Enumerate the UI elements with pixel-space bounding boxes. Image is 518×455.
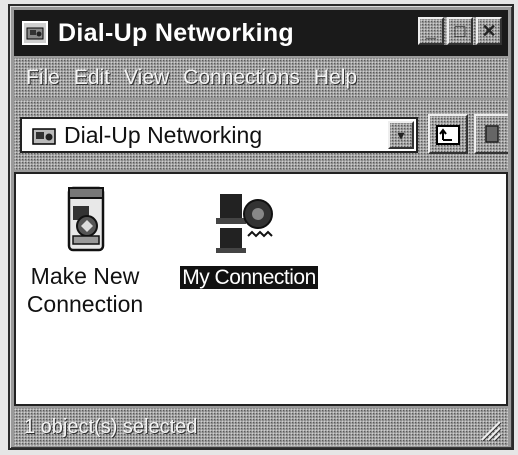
make-new-connection-label-line2: Connection bbox=[26, 291, 144, 317]
menu-help[interactable]: Help bbox=[314, 66, 357, 90]
map-drive-icon bbox=[485, 125, 499, 143]
menu-view[interactable]: View bbox=[124, 66, 169, 90]
address-dropdown-button[interactable]: ▾ bbox=[388, 121, 414, 149]
toolbar: Dial-Up Networking ▾ bbox=[14, 100, 508, 170]
up-folder-icon bbox=[436, 125, 460, 145]
modem-connection-icon bbox=[216, 194, 273, 253]
make-new-connection-icon bbox=[67, 186, 105, 252]
my-connection-item[interactable]: My Connection bbox=[174, 188, 324, 292]
menu-edit[interactable]: Edit bbox=[74, 66, 110, 90]
address-combobox[interactable]: Dial-Up Networking ▾ bbox=[20, 117, 418, 153]
close-button[interactable]: ✕ bbox=[476, 17, 502, 45]
chevron-down-icon: ▾ bbox=[397, 126, 405, 143]
maximize-button[interactable]: □ bbox=[447, 17, 473, 45]
resize-grip-icon[interactable] bbox=[476, 416, 502, 442]
title-bar[interactable]: Dial-Up Networking _ □ ✕ bbox=[14, 10, 508, 56]
folder-content: Make New Connection My Connection bbox=[14, 172, 508, 406]
map-drive-button[interactable] bbox=[474, 114, 508, 154]
dial-up-folder-icon bbox=[32, 128, 56, 145]
maximize-icon: □ bbox=[454, 20, 466, 41]
make-new-connection-label-line1: Make New bbox=[30, 263, 140, 289]
menu-connections[interactable]: Connections bbox=[183, 66, 300, 90]
close-icon: ✕ bbox=[481, 20, 497, 41]
dial-up-folder-icon bbox=[22, 21, 48, 45]
up-one-level-button[interactable] bbox=[428, 114, 468, 154]
status-bar: 1 object(s) selected bbox=[14, 408, 508, 446]
status-text: 1 object(s) selected bbox=[24, 415, 198, 438]
window-title: Dial-Up Networking bbox=[58, 18, 294, 47]
menu-file[interactable]: File bbox=[26, 66, 60, 90]
dial-up-networking-window: Dial-Up Networking _ □ ✕ File Edit View … bbox=[8, 4, 514, 450]
minimize-button[interactable]: _ bbox=[418, 17, 444, 45]
my-connection-label: My Connection bbox=[180, 266, 318, 289]
address-value: Dial-Up Networking bbox=[64, 121, 263, 148]
minimize-icon: _ bbox=[425, 20, 436, 41]
menu-bar: File Edit View Connections Help bbox=[14, 58, 508, 98]
make-new-connection-item[interactable]: Make New Connection bbox=[20, 184, 150, 318]
